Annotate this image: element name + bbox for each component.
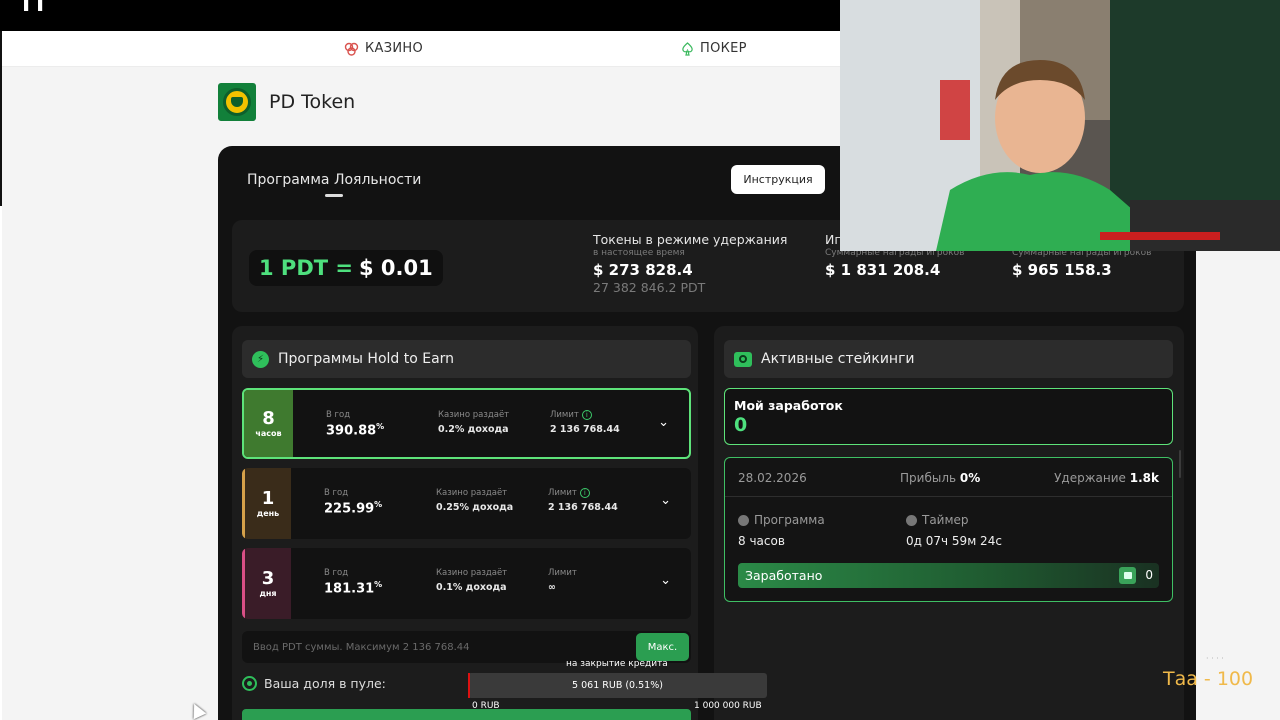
limit-value: 2 136 768.44 [548,502,618,513]
program-value: 8 часов [738,534,785,548]
rewards-value-usd: $ 965 158.3 [1012,261,1112,279]
earned-bar: Заработано 0 [738,563,1159,588]
plan-duration: 8 часов [244,390,293,457]
casino-icon [344,42,359,56]
program-label: Программа [738,513,825,527]
donation-goal-bar: 5 061 RUB (0.51%) [468,673,767,698]
year-rate: 181.31% [324,580,383,597]
staking-header-label: Активные стейкинги [761,351,915,367]
wallet-icon[interactable] [1119,567,1136,584]
nav-casino-link[interactable]: КАЗИНО [344,41,423,56]
stake-profit: Прибыль 0% [900,471,981,485]
year-rate: 225.99% [324,500,383,517]
chevron-down-icon[interactable]: ⌄ [660,493,671,508]
donation-goal-value: 5 061 RUB (0.51%) [572,680,663,691]
stake-hold: Удержание 1.8k [1054,471,1159,485]
chevron-down-icon[interactable]: ⌄ [658,415,669,430]
year-label: В год [324,488,349,498]
token-rate-badge: 1 PDT = $ 0.01 [249,250,443,286]
casino-label: Казино раздаёт [436,488,508,498]
hold-section-header: ⚡ Программы Hold to Earn [242,340,691,378]
chevron-down-icon[interactable]: ⌄ [660,573,671,588]
nav-casino-label: КАЗИНО [365,41,423,56]
webcam-overlay [840,0,1280,251]
my-earnings-value: 0 [734,414,748,436]
casino-label: Казино раздаёт [438,410,510,420]
limit-value: ∞ [548,582,556,593]
stream-logo-glyph: ГГ [22,0,51,17]
year-label: В год [324,568,349,578]
my-earnings-label: Мой заработок [734,398,843,413]
active-staking-section: Активные стейкинги Мой заработок 0 28.02… [714,326,1184,720]
plan-unit: часов [255,429,282,438]
limit-label: Лимит [548,568,577,578]
year-rate: 390.88% [326,422,385,439]
pd-token-logo-icon [218,83,256,121]
casino-share: 0.1% дохода [436,582,507,593]
webcam-image [840,0,1280,251]
max-button[interactable]: Макс. [636,633,689,661]
pool-share-label: Ваша доля в пуле: [264,676,386,691]
nav-poker-link[interactable]: ПОКЕР [681,41,747,56]
instruction-button[interactable]: Инструкция [731,165,825,194]
donation-goal-min: 0 RUB [472,701,500,711]
casino-share: 0.2% дохода [438,424,509,435]
hold-header-label: Программы Hold to Earn [278,351,455,367]
panel-title[interactable]: Программа Лояльности [247,172,421,188]
target-icon [242,676,257,691]
spade-icon [682,41,693,56]
plan-1-day[interactable]: 1 день В год 225.99% Казино раздаёт 0.25… [242,468,691,539]
stake-card: 28.02.2026 Прибыль 0% Удержание 1.8k Про… [724,457,1173,602]
scrollbar[interactable] [1179,450,1181,478]
plan-8-hours[interactable]: 8 часов В год 390.88% Казино раздаёт 0.2… [242,388,691,459]
stake-submit-button[interactable] [242,709,691,720]
stake-date: 28.02.2026 [738,471,807,485]
info-icon[interactable]: i [581,410,592,420]
rate-right: $ 0.01 [358,256,433,280]
lightning-icon: ⚡ [252,350,269,368]
stopwatch-icon [906,514,917,526]
held-title: Токены в режиме удержания [593,232,788,247]
coin-icon [734,351,752,367]
nav-poker-label: ПОКЕР [700,41,747,56]
info-icon[interactable]: i [579,488,590,498]
limit-value: 2 136 768.44 [550,424,620,435]
earned-value: 0 [1145,568,1153,582]
rate-left: 1 PDT = [259,256,353,280]
plan-3-days[interactable]: 3 дня В год 181.31% Казино раздаёт 0.1% … [242,548,691,619]
staking-section-header: Активные стейкинги [724,340,1173,378]
active-tab-indicator [325,194,343,197]
stream-goal-text: Таа - 100 [1163,668,1254,690]
earned-label: Заработано [745,568,823,583]
stake-card-header: 28.02.2026 Прибыль 0% Удержание 1.8k [725,458,1172,497]
held-value-usd: $ 273 828.4 [593,261,693,279]
plan-num: 8 [262,408,275,429]
pool-share-row: Ваша доля в пуле: [242,676,386,691]
held-subtitle: в настоящее время [593,248,685,258]
donation-goal-max: 1 000 000 RUB [694,701,762,711]
year-label: В год [326,410,351,420]
casino-label: Казино раздаёт [436,568,508,578]
plan-unit: день [256,509,280,518]
timer-value: 0д 07ч 59м 24с [906,534,1002,548]
brand-header: PD Token [218,83,355,121]
donation-goal-title: на закрытие кредита [566,659,668,669]
my-earnings-box: Мой заработок 0 [724,388,1173,445]
program-icon [738,514,749,526]
casino-share: 0.25% дохода [436,502,514,513]
held-value-pdt: 27 382 846.2 PDT [593,280,706,295]
plan-duration: 3 дня [242,548,291,619]
held-tokens-stat: Токены в режиме удержания в настоящее вр… [593,232,787,295]
plan-num: 1 [261,488,275,509]
plan-unit: дня [259,589,277,598]
games-value-usd: $ 1 831 208.4 [825,261,941,279]
plan-duration: 1 день [242,468,291,539]
plan-num: 3 [261,568,275,589]
overlay-dots: · · · · [1206,654,1224,663]
timer-label: Таймер [906,513,969,527]
limit-label: Лимит i [548,488,618,498]
brand-name: PD Token [269,91,356,113]
limit-label: Лимит i [550,410,620,420]
